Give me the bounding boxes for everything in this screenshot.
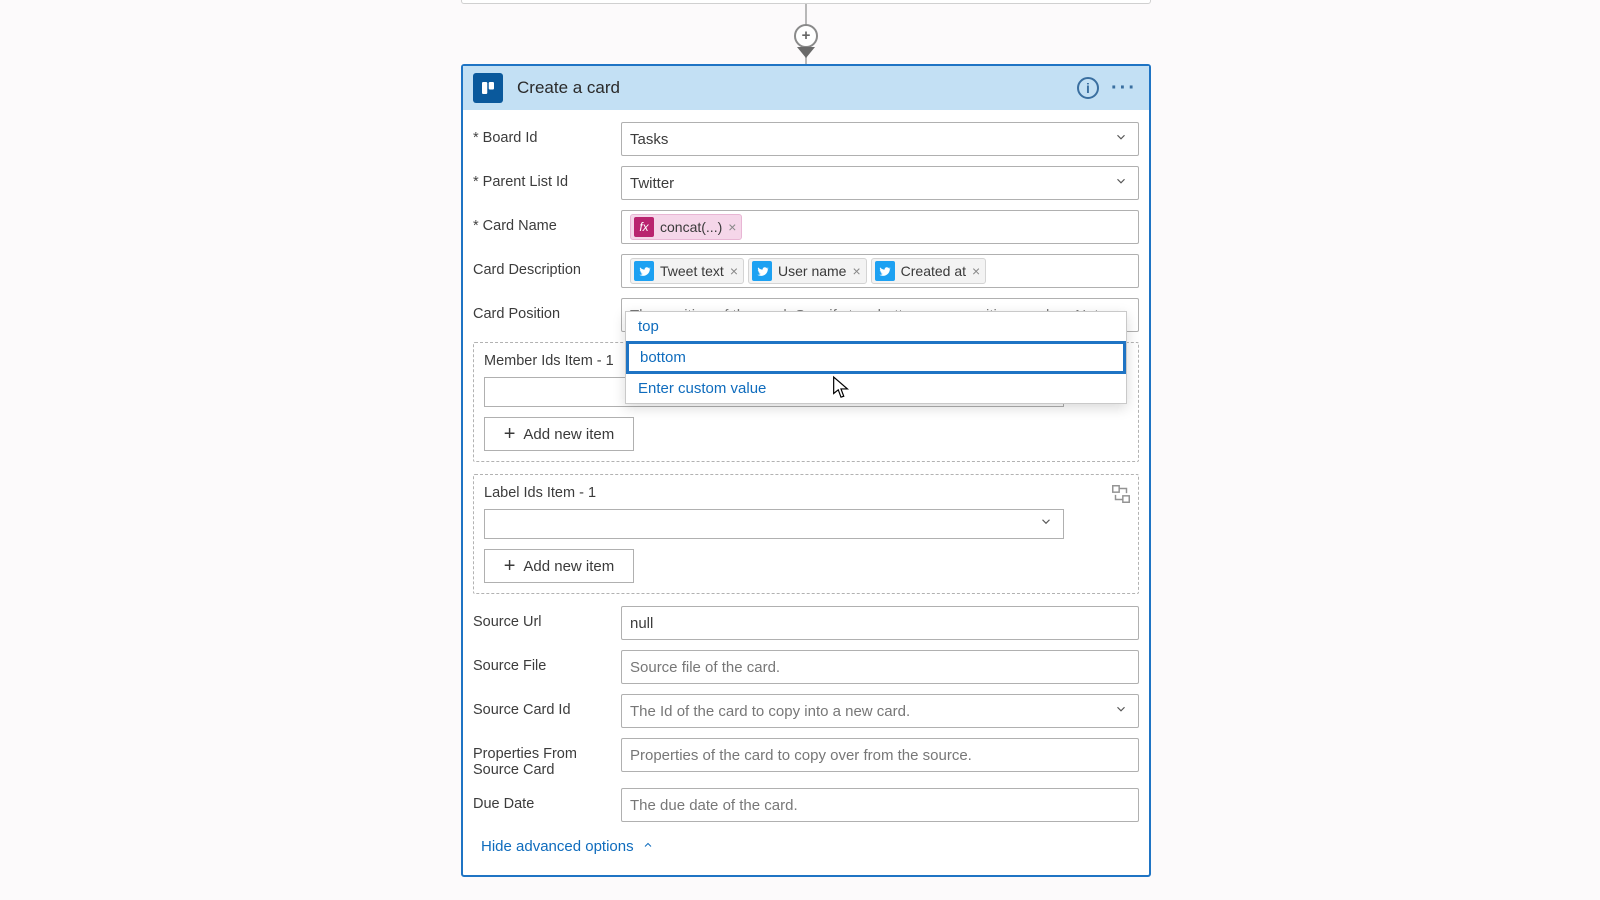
label-props-from-src: Properties From Source Card: [473, 738, 621, 778]
label-source-card-id: Source Card Id: [473, 694, 621, 718]
remove-token-icon[interactable]: ×: [728, 219, 736, 235]
parent-list-value: Twitter: [630, 175, 674, 192]
label-parent-list: Parent List Id: [473, 166, 621, 190]
source-file-input[interactable]: Source file of the card.: [621, 650, 1139, 684]
due-date-input[interactable]: The due date of the card.: [621, 788, 1139, 822]
label-source-file: Source File: [473, 650, 621, 674]
source-url-input[interactable]: null: [621, 606, 1139, 640]
twitter-icon: [875, 261, 895, 281]
remove-token-icon[interactable]: ×: [730, 263, 738, 279]
dropdown-option-custom[interactable]: Enter custom value: [626, 374, 1126, 403]
label-card-desc: Card Description: [473, 254, 621, 278]
add-member-item-button[interactable]: + Add new item: [484, 417, 634, 451]
dynamic-token[interactable]: Created at ×: [871, 258, 987, 284]
add-label-item-button[interactable]: + Add new item: [484, 549, 634, 583]
dropdown-option-bottom[interactable]: bottom: [626, 341, 1126, 374]
dynamic-token[interactable]: User name ×: [748, 258, 867, 284]
more-button[interactable]: ···: [1109, 73, 1139, 103]
label-ids-select[interactable]: [484, 509, 1064, 539]
label-due-date: Due Date: [473, 788, 621, 812]
trello-icon: [473, 73, 503, 103]
remove-token-icon[interactable]: ×: [852, 263, 860, 279]
remove-token-icon[interactable]: ×: [972, 263, 980, 279]
card-name-input[interactable]: fx concat(...) ×: [621, 210, 1139, 244]
due-date-placeholder: The due date of the card.: [630, 797, 798, 814]
dropdown-option-top[interactable]: top: [626, 312, 1126, 341]
token-label: User name: [778, 263, 846, 279]
board-id-select[interactable]: Tasks: [621, 122, 1139, 156]
add-item-label: Add new item: [523, 558, 614, 575]
plus-icon: +: [504, 555, 516, 578]
card-desc-input[interactable]: Tweet text × User name × Created at ×: [621, 254, 1139, 288]
flow-arrow-icon: [797, 47, 815, 58]
card-header[interactable]: Create a card i ···: [463, 66, 1149, 110]
props-from-src-input[interactable]: Properties of the card to copy over from…: [621, 738, 1139, 772]
hide-advanced-label: Hide advanced options: [481, 838, 634, 855]
label-card-name: Card Name: [473, 210, 621, 234]
dynamic-token[interactable]: Tweet text ×: [630, 258, 744, 284]
plus-icon: +: [504, 423, 516, 446]
source-card-id-placeholder: The Id of the card to copy into a new ca…: [630, 703, 910, 720]
label-ids-label: Label Ids Item - 1: [484, 485, 1128, 501]
board-id-value: Tasks: [630, 131, 668, 148]
add-item-label: Add new item: [523, 426, 614, 443]
hide-advanced-toggle[interactable]: Hide advanced options: [481, 838, 654, 855]
chevron-down-icon: [1039, 515, 1053, 534]
info-button[interactable]: i: [1073, 73, 1103, 103]
source-card-id-select[interactable]: The Id of the card to copy into a new ca…: [621, 694, 1139, 728]
add-step-button[interactable]: +: [794, 24, 818, 48]
token-label: Created at: [901, 263, 966, 279]
parent-list-select[interactable]: Twitter: [621, 166, 1139, 200]
expression-token[interactable]: fx concat(...) ×: [630, 214, 742, 240]
chevron-down-icon: [1114, 130, 1128, 148]
ellipsis-icon: ···: [1111, 77, 1137, 100]
label-board-id: Board Id: [473, 122, 621, 146]
chevron-down-icon: [1114, 702, 1128, 720]
info-icon: i: [1077, 77, 1099, 99]
twitter-icon: [752, 261, 772, 281]
switch-mode-icon[interactable]: [1110, 483, 1132, 505]
action-card: Create a card i ··· Board Id Tasks Paren…: [461, 64, 1151, 877]
card-position-dropdown: top bottom Enter custom value: [625, 311, 1127, 404]
fx-token-label: concat(...): [660, 219, 722, 235]
label-card-position: Card Position: [473, 298, 621, 322]
source-file-placeholder: Source file of the card.: [630, 659, 780, 676]
props-placeholder: Properties of the card to copy over from…: [630, 747, 972, 764]
source-url-value: null: [630, 615, 653, 632]
token-label: Tweet text: [660, 263, 724, 279]
label-source-url: Source Url: [473, 606, 621, 630]
twitter-icon: [634, 261, 654, 281]
fx-icon: fx: [634, 217, 654, 237]
card-title: Create a card: [517, 78, 1067, 98]
label-ids-array: Label Ids Item - 1 + Add new item: [473, 474, 1139, 594]
chevron-up-icon: [642, 838, 654, 855]
chevron-down-icon: [1114, 174, 1128, 192]
